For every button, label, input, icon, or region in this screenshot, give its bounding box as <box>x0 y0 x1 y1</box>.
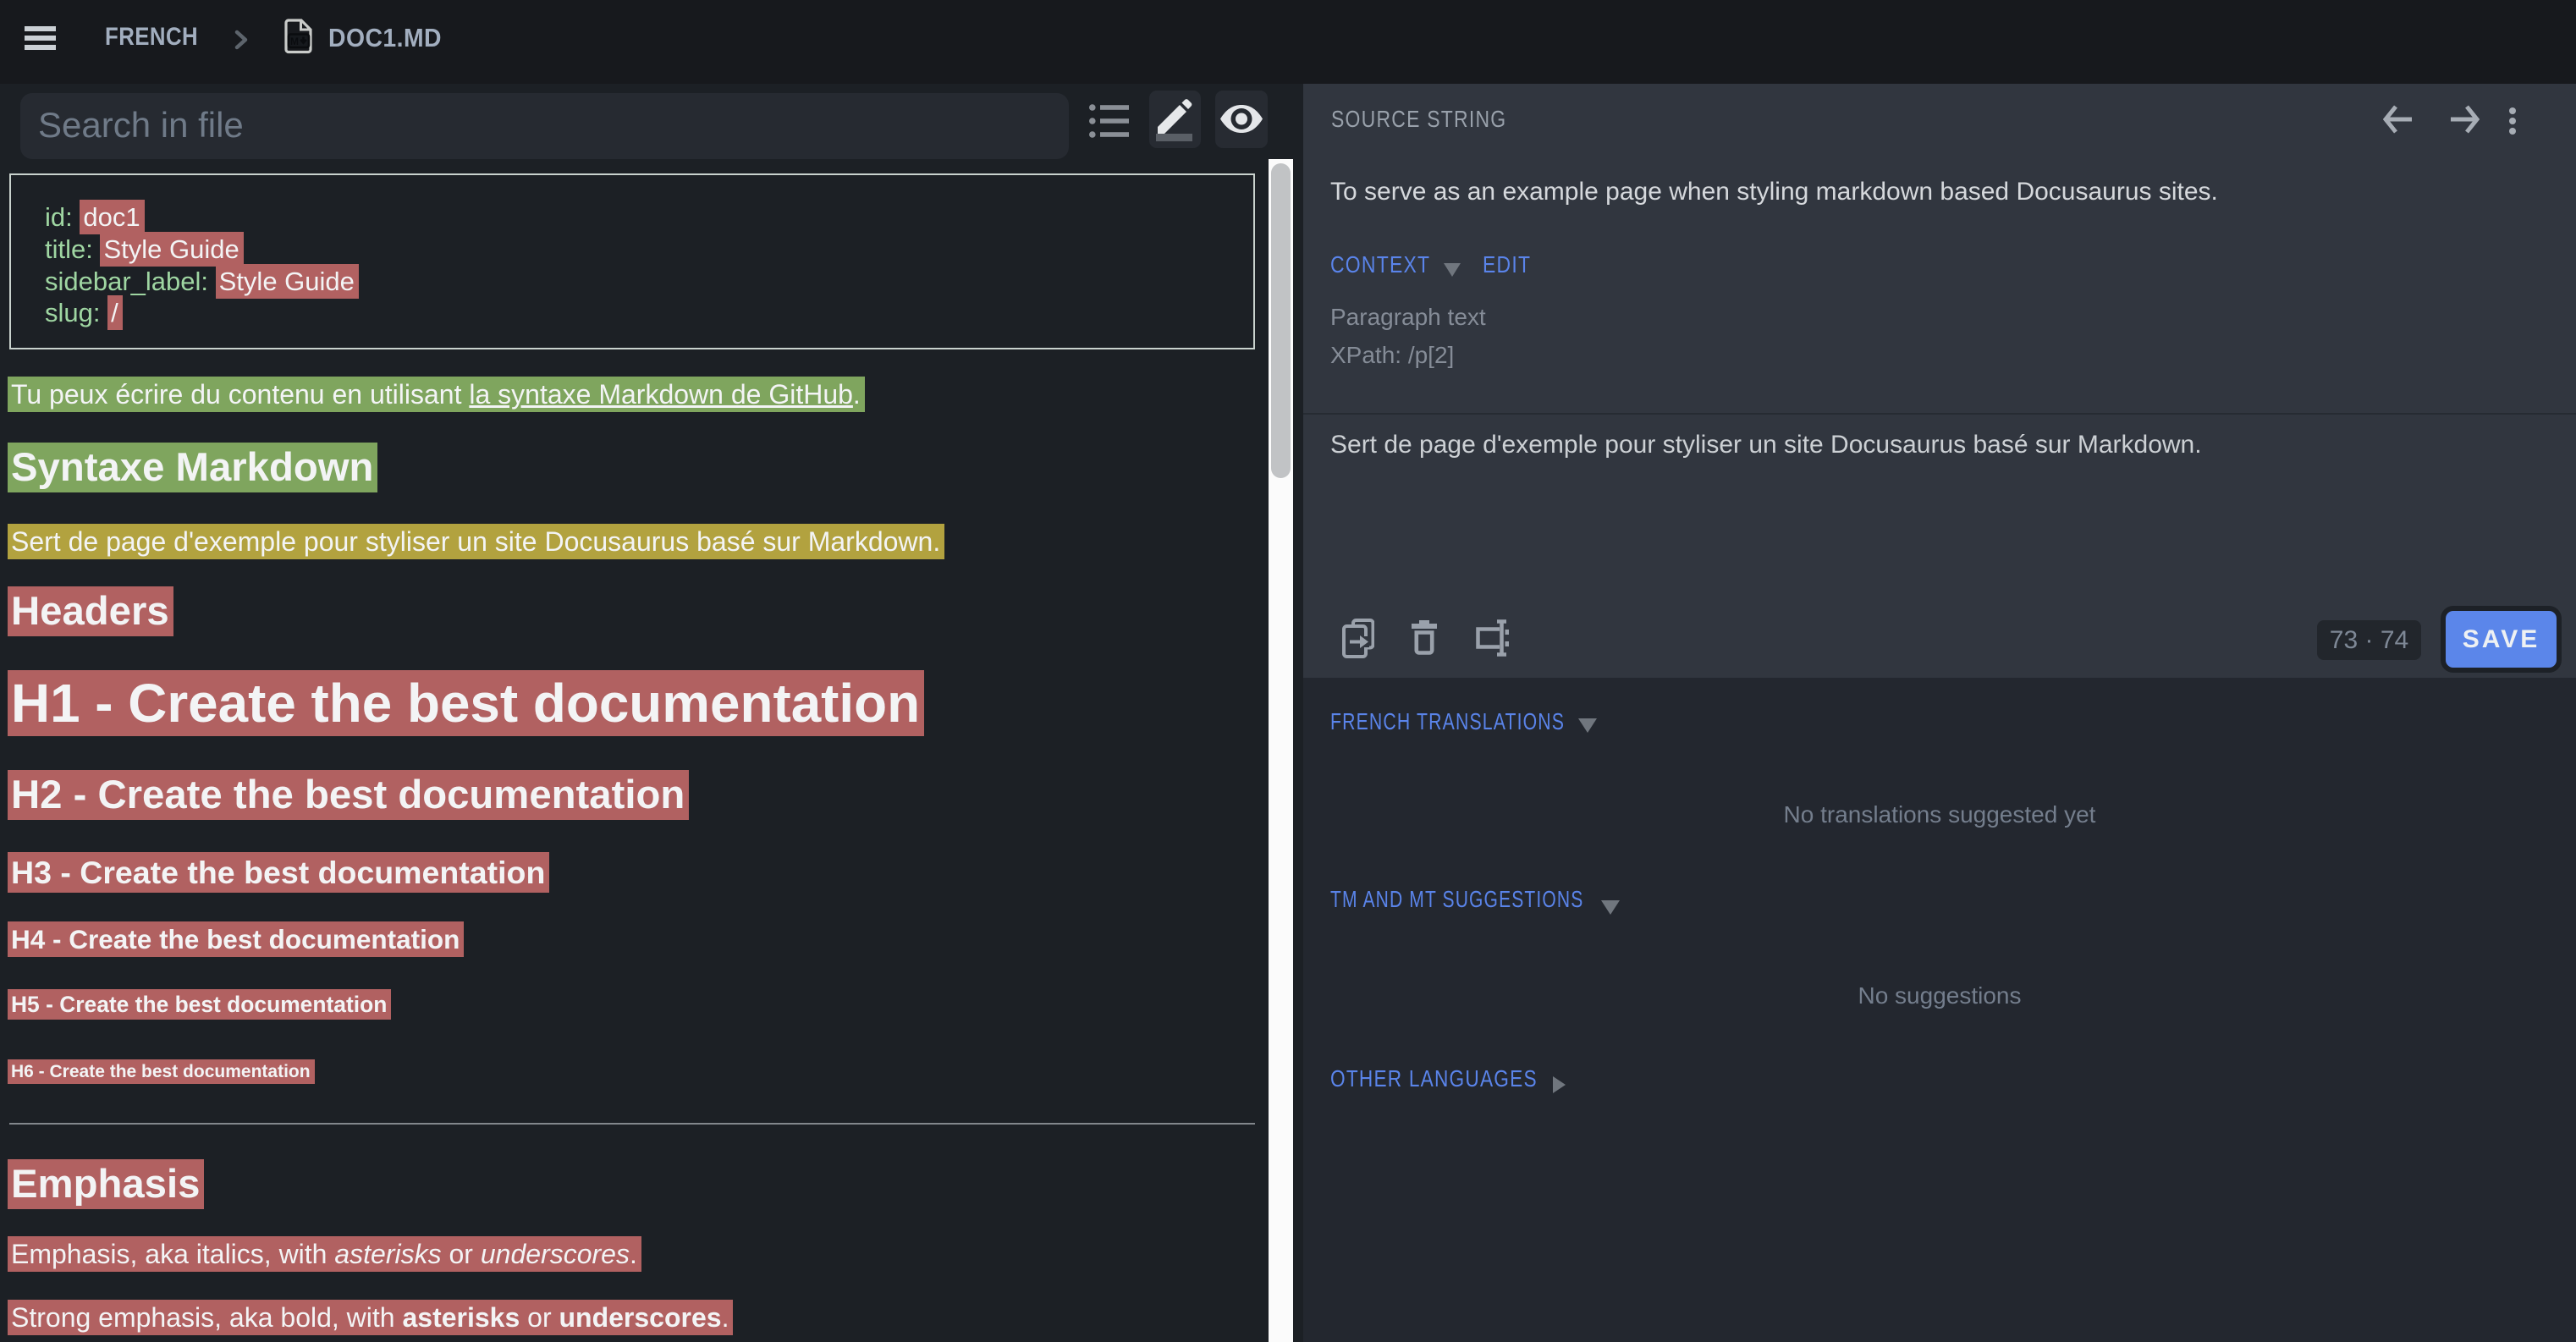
svg-text:M: M <box>290 36 299 47</box>
